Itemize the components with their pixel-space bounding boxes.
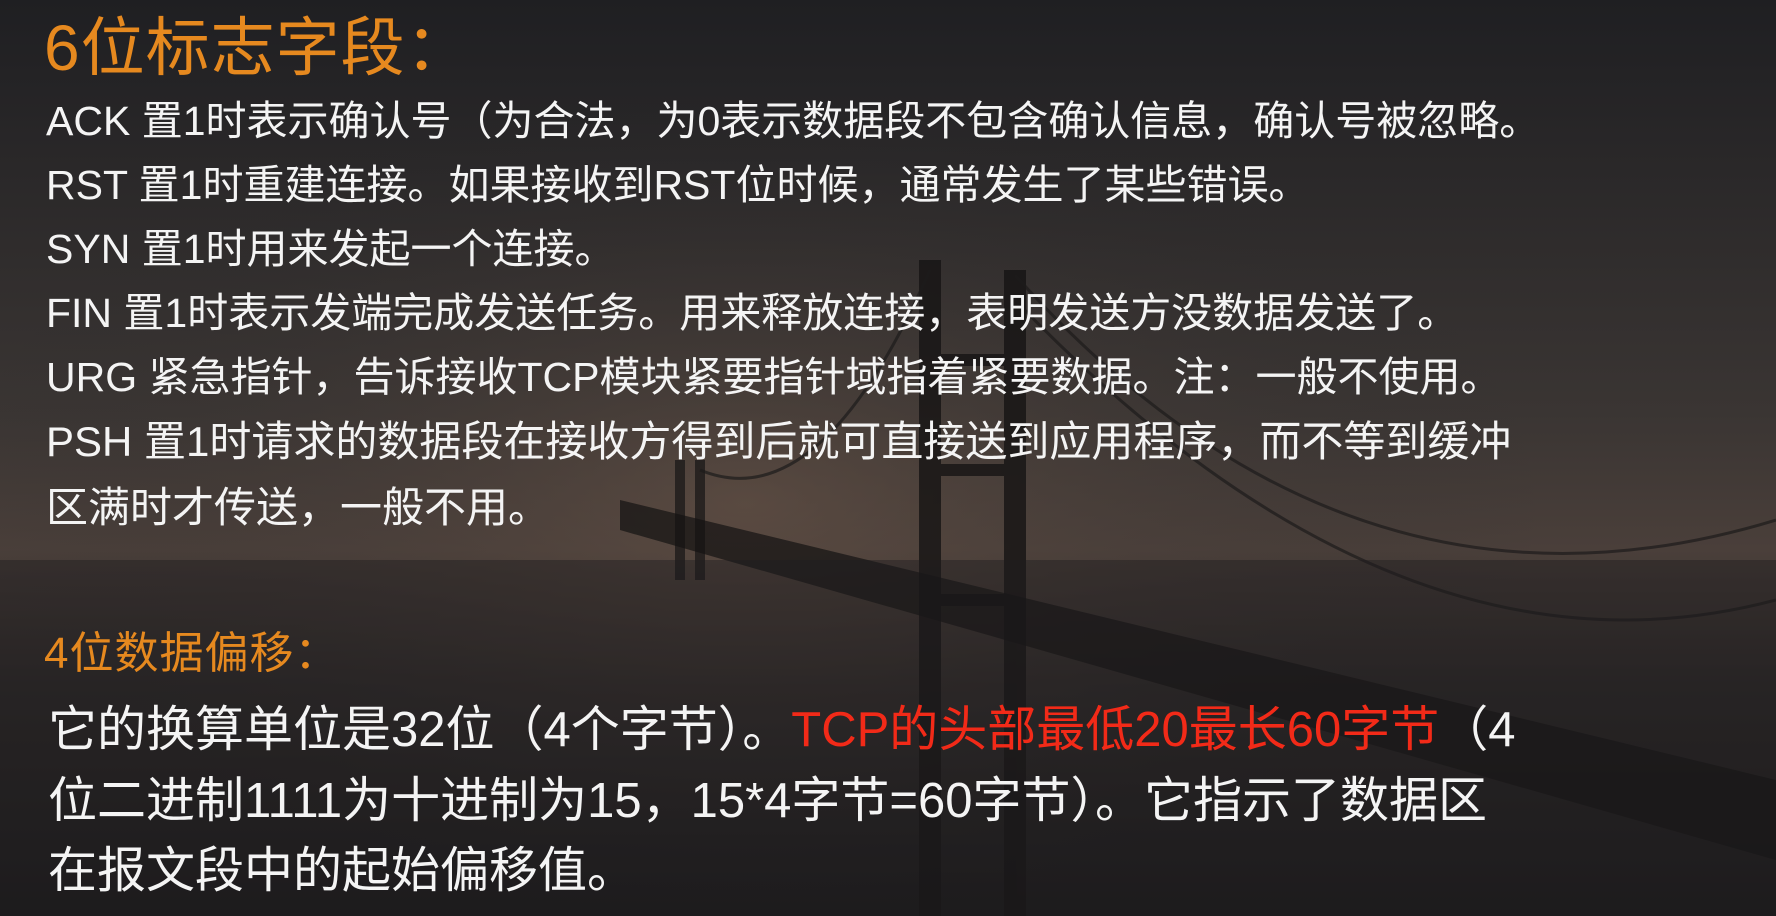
- flag-fin-line: FIN 置1时表示发端完成发送任务。用来释放连接，表明发送方没数据发送了。: [46, 290, 1459, 336]
- offset-text-plain: 它的换算单位是32位（4个字节）。: [48, 703, 792, 757]
- offset-text-plain-after: （4: [1439, 703, 1516, 757]
- slide-content: 6位标志字段： ACK 置1时表示确认号（为合法，为0表示数据段不包含确认信息，…: [0, 0, 1776, 916]
- offset-text-line-2: 位二进制1111为十进制为15，15*4字节=60字节）。它指示了数据区: [48, 774, 1488, 828]
- offset-text-highlight: TCP的头部最低20最长60字节: [791, 703, 1440, 757]
- offset-text-line-3: 在报文段中的起始偏移值。: [48, 844, 637, 898]
- flag-ack-line: ACK 置1时表示确认号（为合法，为0表示数据段不包含确认信息，确认号被忽略。: [46, 98, 1541, 144]
- flag-psh-line-cont: 区满时才传送，一般不用。: [46, 484, 551, 531]
- flag-syn-line: SYN 置1时用来发起一个连接。: [46, 226, 616, 272]
- flag-rst-line: RST 置1时重建连接。如果接收到RST位时候，通常发生了某些错误。: [46, 162, 1310, 208]
- flag-urg-line: URG 紧急指针，告诉接收TCP模块紧要指针域指着紧要数据。注：一般不使用。: [46, 354, 1502, 400]
- flags-heading: 6位标志字段：: [44, 12, 471, 84]
- offset-heading: 4位数据偏移：: [44, 629, 340, 678]
- flag-psh-line: PSH 置1时请求的数据段在接收方得到后就可直接送到应用程序，而不等到缓冲: [46, 418, 1512, 465]
- offset-text-line-1: 它的换算单位是32位（4个字节）。TCP的头部最低20最长60字节（4: [48, 695, 1516, 765]
